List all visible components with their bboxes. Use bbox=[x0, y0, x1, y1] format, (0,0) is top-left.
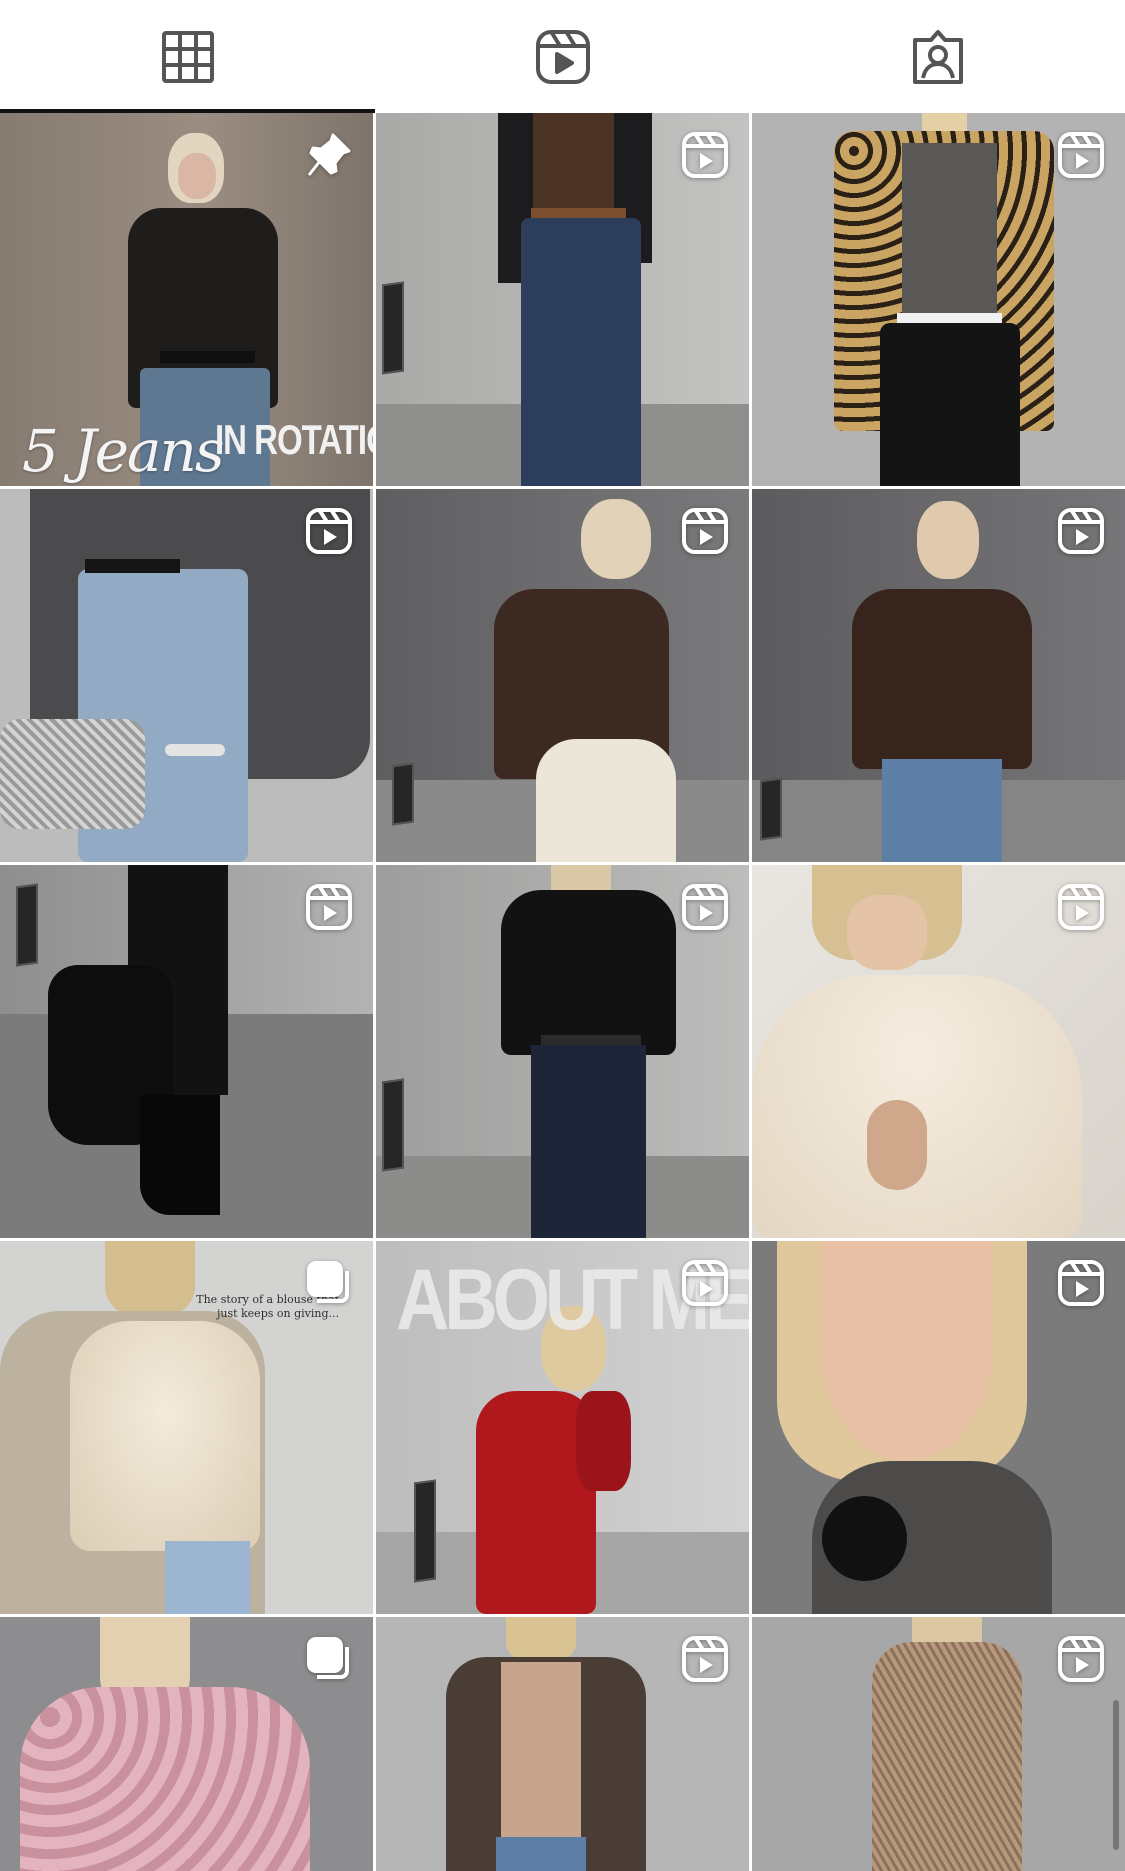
tab-tagged[interactable] bbox=[750, 0, 1125, 113]
cover-script-text: 5 Jeans bbox=[22, 417, 225, 485]
grid-post-reel[interactable] bbox=[376, 1617, 749, 1871]
reel-icon bbox=[1055, 1633, 1107, 1685]
tagged-user-icon bbox=[912, 29, 963, 84]
scrollbar[interactable] bbox=[1113, 1700, 1119, 1850]
reel-icon bbox=[679, 1257, 731, 1309]
grid-post-reel[interactable] bbox=[752, 113, 1125, 486]
grid-icon bbox=[161, 30, 214, 83]
reel-icon bbox=[679, 129, 731, 181]
grid-post-carousel[interactable] bbox=[0, 1617, 373, 1871]
carousel-icon bbox=[303, 1633, 355, 1685]
posts-grid: 5 Jeans IN ROTATION bbox=[0, 113, 1125, 1871]
grid-post-reel[interactable] bbox=[752, 865, 1125, 1238]
tab-posts[interactable] bbox=[0, 0, 375, 113]
grid-post-reel[interactable] bbox=[376, 489, 749, 862]
reel-icon bbox=[679, 1633, 731, 1685]
reel-icon bbox=[1055, 1257, 1107, 1309]
reel-icon bbox=[1055, 505, 1107, 557]
tab-reels[interactable] bbox=[375, 0, 750, 113]
grid-post-carousel[interactable]: The story of a blouse that just keeps on… bbox=[0, 1241, 373, 1614]
grid-post-reel[interactable] bbox=[376, 113, 749, 486]
grid-post-reel[interactable]: ABOUT ME bbox=[376, 1241, 749, 1614]
reel-icon bbox=[679, 881, 731, 933]
reels-icon bbox=[535, 29, 590, 84]
grid-post-reel[interactable] bbox=[752, 489, 1125, 862]
grid-post-reel[interactable] bbox=[752, 1617, 1125, 1871]
pin-icon bbox=[303, 129, 355, 181]
reel-icon bbox=[679, 505, 731, 557]
grid-post-reel[interactable] bbox=[376, 865, 749, 1238]
profile-tab-bar bbox=[0, 0, 1125, 113]
grid-post-pinned[interactable]: 5 Jeans IN ROTATION bbox=[0, 113, 373, 486]
grid-post-reel[interactable] bbox=[0, 489, 373, 862]
reel-icon bbox=[303, 881, 355, 933]
cover-block-text: IN ROTATION bbox=[215, 416, 373, 463]
carousel-icon bbox=[303, 1257, 355, 1309]
reel-icon bbox=[1055, 881, 1107, 933]
reel-icon bbox=[303, 505, 355, 557]
reel-icon bbox=[1055, 129, 1107, 181]
grid-post-reel[interactable] bbox=[752, 1241, 1125, 1614]
grid-post-reel[interactable] bbox=[0, 865, 373, 1238]
